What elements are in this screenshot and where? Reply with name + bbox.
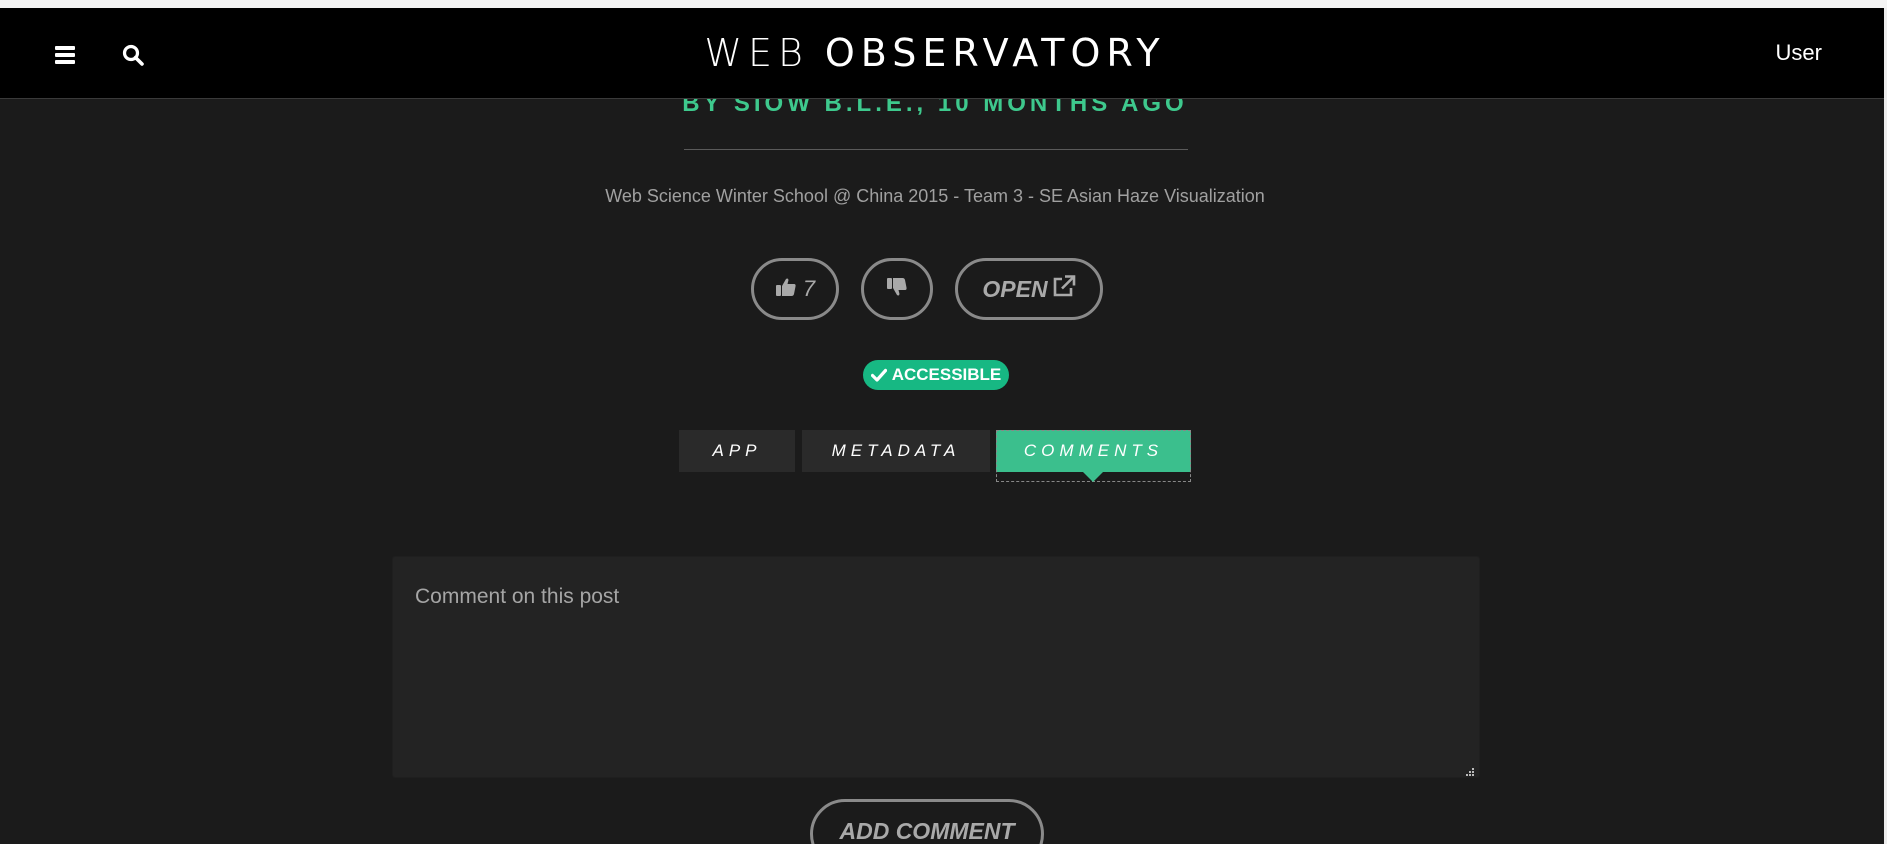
thumbs-down-icon <box>886 277 908 302</box>
accessible-badge: ACCESSIBLE <box>863 360 1009 390</box>
dislike-button[interactable] <box>861 258 933 320</box>
page-frame: WEB OBSERVATORY User BY SIOW B.L.E., 10 … <box>0 8 1884 844</box>
active-tab-pointer <box>1083 472 1103 482</box>
tab-comments[interactable]: COMMENTS <box>996 430 1191 472</box>
comment-input[interactable] <box>392 556 1480 778</box>
brand-word-web: WEB <box>704 31 809 75</box>
add-comment-button[interactable]: ADD COMMENT <box>810 799 1044 844</box>
like-count: 7 <box>802 276 816 301</box>
open-button[interactable]: OPEN <box>955 258 1103 320</box>
brand-logo[interactable]: WEB OBSERVATORY <box>0 8 1870 98</box>
external-link-icon <box>1052 275 1076 303</box>
thumbs-up-icon <box>775 277 797 302</box>
post-title: Web Science Winter School @ China 2015 -… <box>605 186 1265 206</box>
check-icon <box>870 368 887 382</box>
browser-top-strip <box>0 0 1887 8</box>
navbar: WEB OBSERVATORY User <box>0 8 1884 99</box>
open-label: OPEN <box>982 275 1048 302</box>
tab-app[interactable]: APP <box>679 430 795 472</box>
resize-grip-icon[interactable] <box>1465 764 1475 776</box>
user-menu-link[interactable]: User <box>1776 40 1822 66</box>
badge-label: ACCESSIBLE <box>891 365 1002 384</box>
like-button[interactable]: 7 <box>751 258 839 320</box>
tab-metadata[interactable]: METADATA <box>802 430 990 472</box>
brand-word-observatory: OBSERVATORY <box>824 31 1166 75</box>
bottom-edge <box>0 844 1887 849</box>
divider <box>684 149 1188 150</box>
